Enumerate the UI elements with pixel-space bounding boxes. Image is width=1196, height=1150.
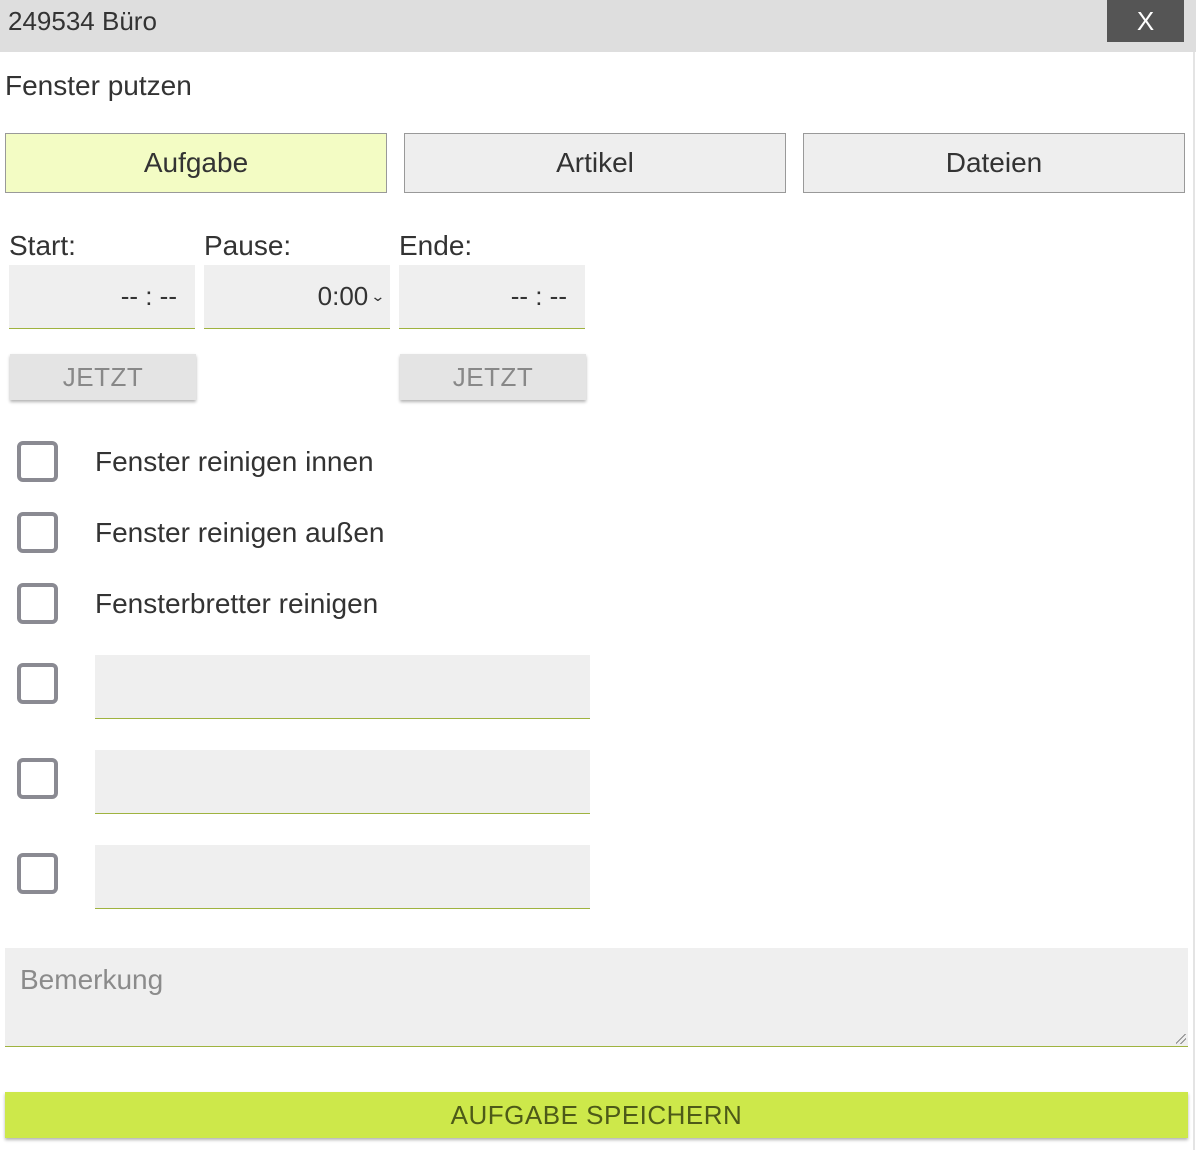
checkbox-custom-2[interactable] <box>17 758 58 799</box>
checklist-item-label: Fenster reinigen außen <box>95 517 385 548</box>
remark-placeholder: Bemerkung <box>20 964 164 995</box>
window-title: 249534 Büro <box>8 6 157 36</box>
checkbox-custom-1[interactable] <box>17 663 58 704</box>
end-label: Ende: <box>399 230 473 261</box>
pause-label: Pause: <box>204 230 292 261</box>
tab-dateien[interactable]: Dateien <box>803 133 1185 193</box>
pause-value: 0:00 <box>317 281 369 311</box>
title-bar: 249534 Büro X <box>0 0 1196 52</box>
custom-item-input[interactable] <box>95 750 590 814</box>
checkbox-fenster-aussen[interactable] <box>17 512 58 553</box>
checkbox-custom-3[interactable] <box>17 853 58 894</box>
resize-handle-icon[interactable] <box>1176 1034 1186 1044</box>
custom-item-input[interactable] <box>95 845 590 909</box>
checkbox-fenster-innen[interactable] <box>17 441 58 482</box>
checklist-item-label: Fensterbretter reinigen <box>95 588 379 619</box>
window-border <box>1193 52 1195 1150</box>
pause-select[interactable]: 0:00 ⌄ <box>204 265 390 329</box>
start-time-input[interactable]: -- : -- <box>9 265 195 329</box>
start-time-value: -- : -- <box>120 281 177 311</box>
start-now-button[interactable]: JETZT <box>10 354 196 400</box>
tab-artikel[interactable]: Artikel <box>404 133 786 193</box>
tab-aufgabe[interactable]: Aufgabe <box>5 133 387 193</box>
task-title: Fenster putzen <box>5 70 192 101</box>
remark-textarea[interactable]: Bemerkung <box>5 948 1188 1047</box>
end-time-input[interactable]: -- : -- <box>399 265 585 329</box>
save-task-button[interactable]: AUFGABE SPEICHERN <box>5 1092 1188 1138</box>
end-time-value: -- : -- <box>510 281 567 311</box>
start-label: Start: <box>9 230 76 261</box>
checklist-item-label: Fenster reinigen innen <box>95 446 374 477</box>
close-button[interactable]: X <box>1107 0 1184 42</box>
checkbox-fensterbretter[interactable] <box>17 583 58 624</box>
custom-item-input[interactable] <box>95 655 590 719</box>
end-now-button[interactable]: JETZT <box>400 354 586 400</box>
chevron-down-icon: ⌄ <box>370 288 386 304</box>
